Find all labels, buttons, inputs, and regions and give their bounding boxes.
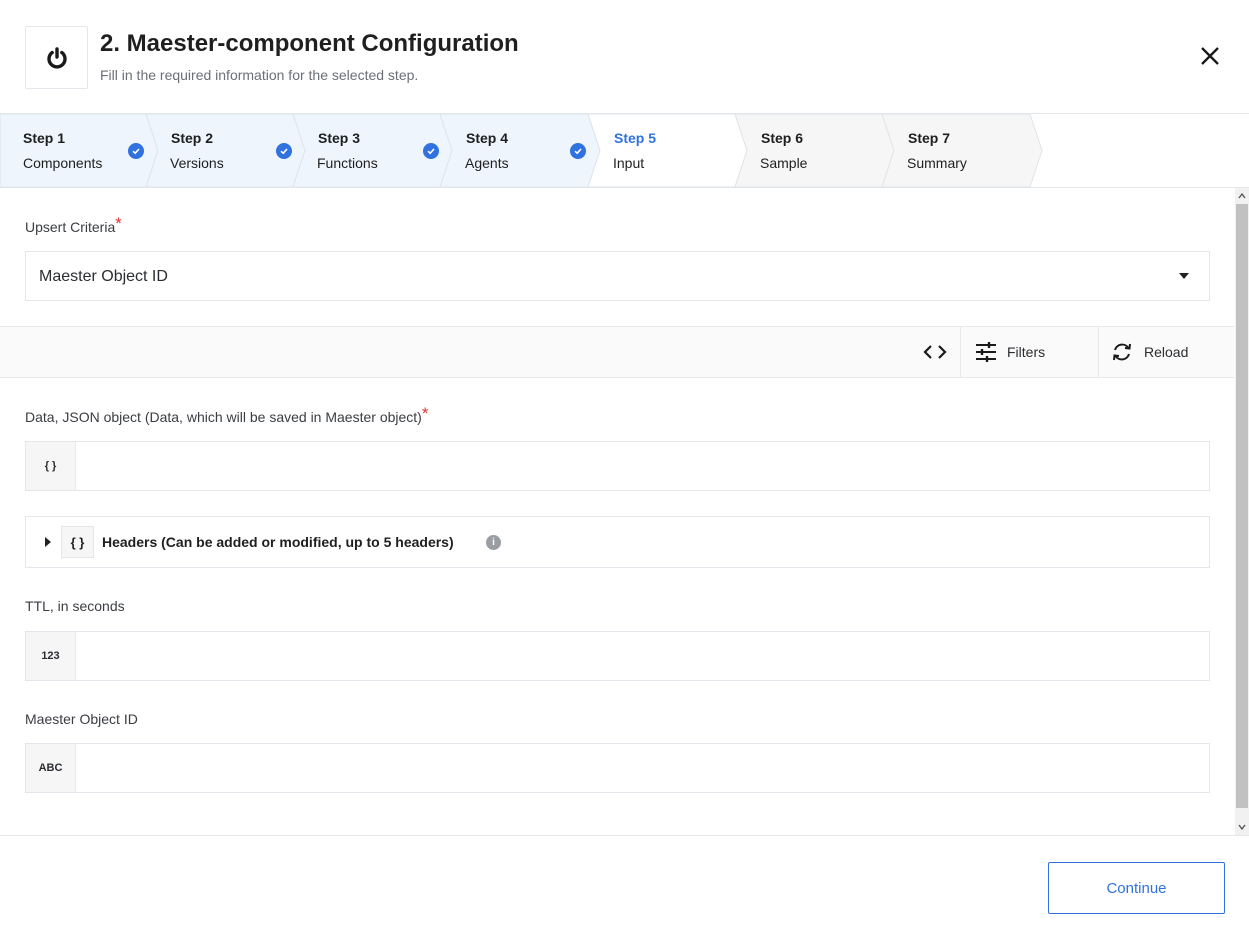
code-icon	[923, 345, 947, 359]
object-type-icon: { }	[26, 442, 76, 490]
step-4[interactable]: Step 4 Agents	[440, 114, 588, 187]
object-id-field: ABC	[25, 743, 1210, 793]
ttl-field: 123	[25, 631, 1210, 681]
page-subtitle: Fill in the required information for the…	[100, 67, 419, 83]
step-label: Versions	[170, 155, 224, 171]
step-label: Functions	[317, 155, 378, 171]
step-3[interactable]: Step 3 Functions	[293, 114, 440, 187]
step-2[interactable]: Step 2 Versions	[146, 114, 293, 187]
step-7[interactable]: Step 7 Summary	[882, 114, 1030, 187]
scroll-up-icon[interactable]	[1238, 192, 1246, 200]
step-number: Step 1	[23, 130, 66, 146]
filters-icon	[976, 342, 996, 362]
headers-section[interactable]: { } Headers (Can be added or modified, u…	[25, 516, 1210, 568]
data-json-field: { }	[25, 441, 1210, 491]
step-number: Step 6	[761, 130, 804, 146]
ttl-input[interactable]	[77, 632, 1209, 680]
continue-button[interactable]: Continue	[1048, 862, 1225, 914]
page-title: 2. Maester-component Configuration	[100, 30, 519, 57]
info-icon[interactable]: i	[486, 535, 501, 550]
scroll-down-icon[interactable]	[1238, 823, 1246, 831]
close-icon	[1201, 47, 1219, 65]
data-json-input[interactable]	[77, 442, 1209, 490]
required-marker: *	[115, 214, 122, 233]
step-1[interactable]: Step 1 Components	[0, 114, 146, 187]
step-number: Step 5	[614, 130, 657, 146]
step-number: Step 2	[171, 130, 214, 146]
expand-arrow-icon	[45, 537, 51, 547]
step-6[interactable]: Step 6 Sample	[735, 114, 882, 187]
check-icon	[570, 143, 586, 159]
form-content: Upsert Criteria* Maester Object ID Filte…	[0, 188, 1234, 835]
code-view-button[interactable]	[910, 327, 960, 377]
close-button[interactable]	[1196, 42, 1224, 70]
object-type-icon: { }	[61, 526, 94, 558]
step-label: Summary	[907, 155, 967, 171]
check-icon	[276, 143, 292, 159]
chevron-down-icon	[1179, 273, 1189, 279]
reload-label: Reload	[1144, 344, 1189, 360]
filters-label: Filters	[1007, 344, 1046, 360]
power-icon	[46, 46, 67, 69]
input-toolbar: Filters Reload	[0, 326, 1234, 378]
ttl-label: TTL, in seconds	[25, 598, 125, 614]
dialog-footer: Continue	[0, 835, 1249, 938]
scroll-thumb[interactable]	[1236, 204, 1248, 808]
step-label: Components	[23, 155, 103, 171]
dialog-header: 2. Maester-component Configuration Fill …	[0, 0, 1249, 114]
upsert-criteria-label: Upsert Criteria*	[25, 214, 122, 237]
label-text: Data, JSON object (Data, which will be s…	[25, 409, 422, 425]
object-id-input[interactable]	[77, 744, 1209, 792]
upsert-criteria-select[interactable]: Maester Object ID	[25, 251, 1210, 301]
filters-button[interactable]: Filters	[960, 327, 1098, 377]
select-value: Maester Object ID	[39, 268, 168, 285]
step-number: Step 7	[908, 130, 951, 146]
step-number: Step 3	[318, 130, 361, 146]
content-scrollbar[interactable]	[1235, 188, 1249, 835]
data-json-label: Data, JSON object (Data, which will be s…	[25, 404, 429, 427]
reload-button[interactable]: Reload	[1098, 327, 1234, 377]
check-icon	[128, 143, 144, 159]
step-number: Step 4	[466, 130, 509, 146]
step-label: Input	[613, 155, 645, 171]
component-logo	[25, 26, 88, 89]
wizard-stepper: Step 1 Components Step 2 Versions Step 3…	[0, 114, 1249, 188]
number-type-icon: 123	[26, 632, 76, 680]
check-icon	[423, 143, 439, 159]
label-text: Upsert Criteria	[25, 219, 116, 235]
string-type-icon: ABC	[26, 744, 76, 792]
headers-label: Headers (Can be added or modified, up to…	[102, 534, 454, 550]
required-marker: *	[421, 404, 429, 423]
reload-icon	[1113, 343, 1131, 361]
object-id-label: Maester Object ID	[25, 711, 138, 727]
step-label: Sample	[760, 155, 808, 171]
step-label: Agents	[465, 155, 509, 171]
step-5[interactable]: Step 5 Input	[588, 114, 735, 187]
